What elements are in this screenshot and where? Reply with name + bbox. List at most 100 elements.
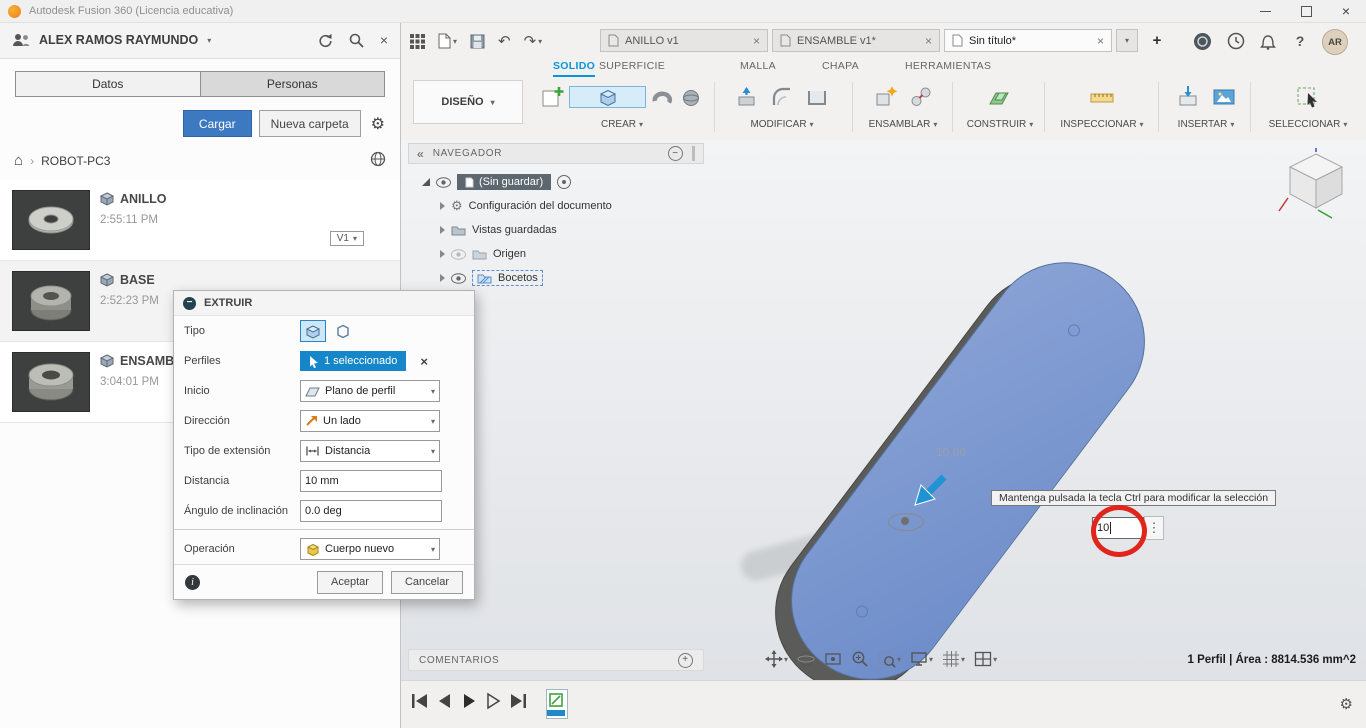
visibility-eye-icon[interactable] [451,272,466,284]
group-label-ensamblar[interactable]: ENSAMBLAR ▾ [862,119,944,130]
tab-personas[interactable]: Personas [199,72,384,96]
joint-icon[interactable] [905,80,937,114]
zoom-window-icon[interactable]: ▾ [875,648,904,670]
list-item-anillo[interactable]: ANILLO 2:55:11 PM V1 ▾ [0,180,400,261]
go-to-end-icon[interactable] [508,692,528,710]
accept-button[interactable]: Aceptar [317,570,383,594]
tab-datos[interactable]: Datos [16,72,200,96]
tab-list-dropdown[interactable]: ▾ [1116,29,1138,52]
fillet-icon[interactable] [766,80,798,114]
operation-select[interactable]: Cuerpo nuevo ▾ [300,538,440,560]
view-cube[interactable] [1276,148,1356,224]
timeline-sketch-feature[interactable] [546,689,568,719]
clear-selection-icon[interactable]: × [420,354,428,369]
tree-row-doc-settings[interactable]: ⚙ Configuración del documento [440,196,612,216]
viewport-canvas[interactable]: 10.00 Mantenga pulsada la tecla Ctrl par… [400,140,1366,681]
notifications-bell-icon[interactable] [1258,31,1278,51]
activate-component-radio[interactable] [557,175,572,189]
insert-mesh-icon[interactable] [1173,80,1205,114]
pan-icon[interactable]: ▾ [762,648,791,670]
step-back-icon[interactable] [436,692,454,710]
team-dropdown-icon[interactable]: ▾ [207,36,211,45]
globe-icon[interactable] [370,151,386,167]
home-icon[interactable]: ⌂ [14,152,23,169]
document-root-chip[interactable]: (Sin guardar) [457,174,552,190]
collapse-panel-icon[interactable]: « [417,147,424,161]
ribbon-tab-malla[interactable]: MALLA [740,60,776,75]
display-settings-icon[interactable]: ▾ [907,648,936,670]
taper-angle-field[interactable] [300,500,442,522]
tree-root-row[interactable]: (Sin guardar) [422,172,572,192]
collapse-tree-icon[interactable]: − [668,146,683,161]
create-sketch-icon[interactable] [540,80,566,114]
tree-row-bocetos[interactable]: Bocetos [440,268,543,288]
extrude-icon[interactable] [569,86,646,108]
close-tab-icon[interactable]: × [925,34,932,48]
play-icon[interactable] [460,692,478,710]
app-grid-icon[interactable] [410,33,425,49]
timeline-options-gear-icon[interactable]: ⚙ [1340,695,1353,713]
visibility-off-eye-icon[interactable] [451,248,466,260]
panel-settings-gear-icon[interactable]: ⚙ [371,114,385,134]
collapsed-triangle-icon[interactable] [440,202,445,210]
minimize-icon[interactable] [1259,10,1271,12]
revolve-icon[interactable] [649,80,675,114]
ribbon-tab-herramientas[interactable]: HERRAMIENTAS [905,60,991,75]
visibility-eye-icon[interactable] [436,176,451,188]
group-label-seleccionar[interactable]: SELECCIONAR ▾ [1258,119,1358,130]
tree-row-origen[interactable]: Origen [440,244,526,264]
close-panel-icon[interactable]: × [380,32,388,48]
navigator-header[interactable]: « NAVEGADOR − [408,143,704,164]
dialog-collapse-icon[interactable]: − [183,296,196,310]
close-tab-icon[interactable]: × [753,34,760,48]
collapsed-triangle-icon[interactable] [440,226,445,234]
type-extrude-solid-icon[interactable] [300,320,326,342]
insert-canvas-image-icon[interactable] [1208,80,1240,114]
collapsed-triangle-icon[interactable] [440,250,445,258]
doc-tab-ensamble[interactable]: ENSAMBLE v1* × [772,29,940,52]
close-window-icon[interactable]: × [1342,4,1350,18]
group-label-insertar[interactable]: INSERTAR ▾ [1166,119,1246,130]
workspace-selector[interactable]: DISEÑO ▾ [413,80,523,124]
upload-button[interactable]: Cargar [182,110,252,137]
dialog-header[interactable]: − EXTRUIR [174,291,474,316]
construction-plane-icon[interactable] [984,80,1016,114]
user-avatar[interactable]: AR [1322,29,1348,55]
group-label-construir[interactable]: CONSTRUIR ▾ [962,119,1038,130]
select-icon[interactable] [1292,80,1324,114]
group-label-inspeccionar[interactable]: INSPECCIONAR ▾ [1052,119,1152,130]
version-chip[interactable]: V1 ▾ [329,231,364,246]
type-extrude-thin-icon[interactable] [330,320,356,342]
save-icon[interactable] [470,34,485,49]
doc-tab-anillo[interactable]: ANILLO v1 × [600,29,768,52]
direction-select[interactable]: Un lado ▾ [300,410,440,432]
go-to-start-icon[interactable] [410,692,430,710]
start-select[interactable]: Plano de perfil ▾ [300,380,440,402]
new-component-icon[interactable] [870,80,902,114]
zoom-icon[interactable] [848,648,872,670]
new-tab-button[interactable]: + [1146,29,1168,52]
viewports-icon[interactable]: ▾ [971,648,1000,670]
job-status-clock-icon[interactable] [1226,31,1246,51]
profiles-selected-chip[interactable]: 1 seleccionado [300,351,407,371]
manipulator-origin-dot[interactable] [901,517,909,525]
breadcrumb-project[interactable]: ROBOT-PC3 [41,154,110,168]
ribbon-tab-chapa[interactable]: CHAPA [822,60,859,75]
measure-icon[interactable] [1086,80,1118,114]
team-name[interactable]: ALEX RAMOS RAYMUNDO [39,33,198,47]
press-pull-icon[interactable] [731,80,763,114]
info-icon[interactable]: i [185,574,200,590]
redo-icon[interactable]: ↷ ▾ [524,32,543,50]
maximize-icon[interactable] [1300,5,1312,17]
doc-tab-sin-titulo[interactable]: Sin título* × [944,29,1112,52]
extensions-icon[interactable] [1192,31,1212,51]
refresh-icon[interactable] [318,33,333,48]
extrude-drag-arrow[interactable] [912,472,948,508]
shell-icon[interactable] [801,80,833,114]
tree-row-named-views[interactable]: Vistas guardadas [440,220,557,240]
bocetos-highlight[interactable]: Bocetos [472,270,543,286]
collapsed-triangle-icon[interactable] [440,274,445,282]
extent-type-select[interactable]: Distancia ▾ [300,440,440,462]
expand-comments-icon[interactable]: + [678,652,693,668]
ribbon-tab-superficie[interactable]: SUPERFICIE [599,60,665,75]
